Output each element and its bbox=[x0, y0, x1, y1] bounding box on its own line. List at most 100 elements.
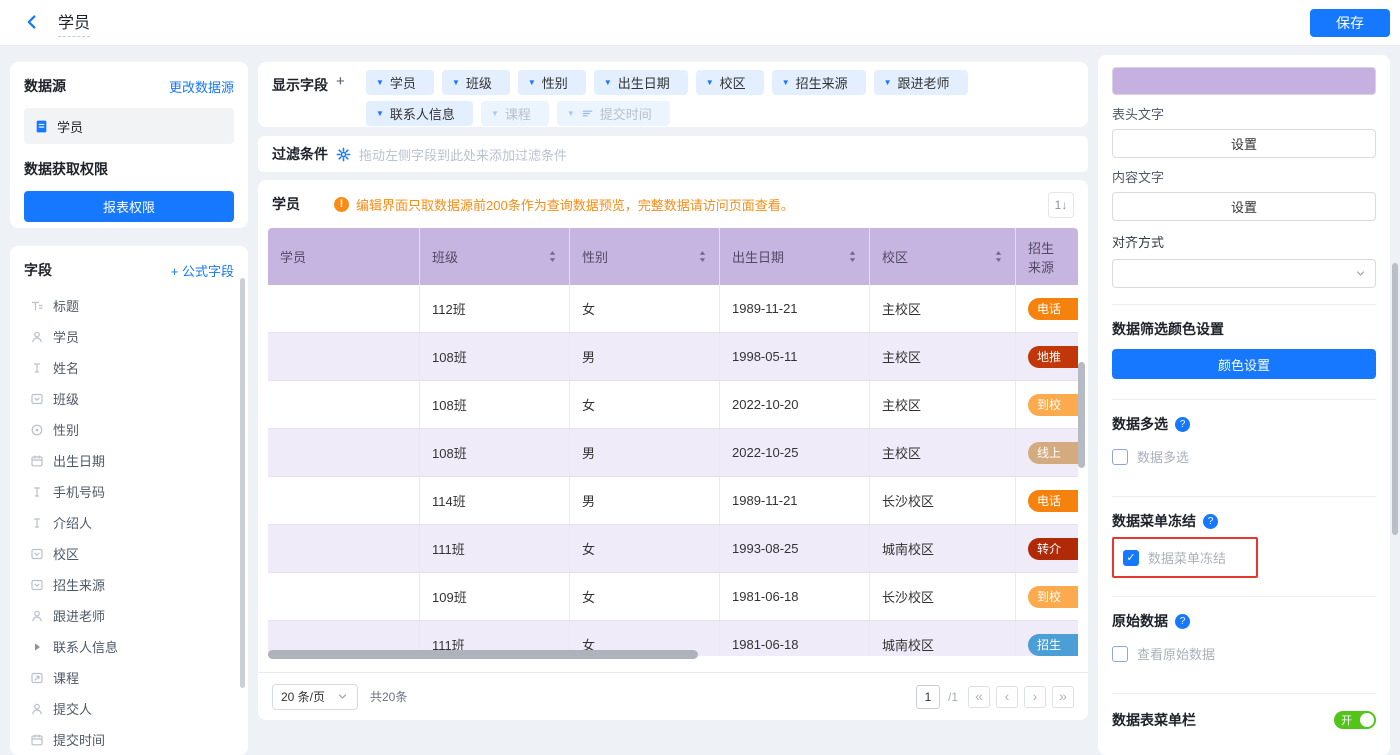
help-icon[interactable]: ? bbox=[1175, 417, 1190, 432]
field-item[interactable]: 手机号码 bbox=[24, 476, 234, 507]
field-item[interactable]: 学员 bbox=[24, 321, 234, 352]
datasource-item-label: 学员 bbox=[57, 117, 83, 136]
table-header-cell[interactable]: 出生日期 bbox=[720, 228, 870, 285]
save-button[interactable]: 保存 bbox=[1310, 9, 1390, 37]
field-label: 姓名 bbox=[53, 358, 79, 377]
fields-title: 字段 bbox=[24, 260, 52, 280]
field-item[interactable]: 跟进老师 bbox=[24, 600, 234, 631]
table-menubar-toggle[interactable]: 开 bbox=[1334, 711, 1376, 729]
display-field-chip[interactable]: ▼ 提交时间 bbox=[557, 101, 670, 126]
color-settings-button[interactable]: 颜色设置 bbox=[1112, 349, 1376, 379]
table-horizontal-scrollbar[interactable] bbox=[268, 650, 698, 659]
field-item[interactable]: 提交人 bbox=[24, 693, 234, 724]
header-color-swatch[interactable] bbox=[1112, 67, 1376, 95]
field-item[interactable]: 出生日期 bbox=[24, 445, 234, 476]
warning-message: ! 编辑界面只取数据源前200条作为查询数据预览，完整数据请访问页面查看。 bbox=[334, 195, 794, 214]
field-item[interactable]: 校区 bbox=[24, 538, 234, 569]
current-page-input[interactable]: 1 bbox=[916, 685, 940, 709]
gear-icon[interactable] bbox=[336, 147, 351, 162]
page-scrollbar[interactable] bbox=[1392, 263, 1398, 535]
field-item[interactable]: 课程 bbox=[24, 662, 234, 693]
raw-data-checkbox[interactable] bbox=[1112, 646, 1128, 662]
last-page-icon[interactable]: » bbox=[1052, 686, 1074, 708]
next-page-icon[interactable]: › bbox=[1024, 686, 1046, 708]
field-item[interactable]: 班级 bbox=[24, 383, 234, 414]
table-header-cell[interactable]: 招生来源 bbox=[1016, 228, 1078, 285]
menu-freeze-checkbox-label: 数据菜单冻结 bbox=[1148, 548, 1226, 567]
preview-table-card: 学员 ! 编辑界面只取数据源前200条作为查询数据预览，完整数据请访问页面查看。… bbox=[258, 180, 1088, 720]
menu-freeze-checkbox[interactable] bbox=[1123, 550, 1139, 566]
filter-bar: 过滤条件 拖动左侧字段到此处来添加过滤条件 bbox=[258, 136, 1088, 172]
table-header-cell[interactable]: 校区 bbox=[870, 228, 1016, 285]
source-badge: 地推 bbox=[1028, 346, 1078, 368]
field-item[interactable]: 标题 bbox=[24, 290, 234, 321]
field-item[interactable]: 招生来源 bbox=[24, 569, 234, 600]
numeric-sort-icon[interactable]: 1↓ bbox=[1048, 192, 1074, 218]
display-field-chip[interactable]: ▼ 跟进老师 bbox=[874, 70, 968, 95]
page-size-select[interactable]: 20 条/页 bbox=[272, 684, 358, 710]
align-select[interactable] bbox=[1112, 259, 1376, 288]
field-label: 招生来源 bbox=[53, 575, 105, 594]
cell-birthday: 1998-05-11 bbox=[720, 333, 870, 380]
caret-down-icon: ▼ bbox=[567, 110, 575, 118]
source-badge: 电话 bbox=[1028, 298, 1078, 320]
sort-both-icon[interactable] bbox=[698, 249, 707, 264]
table-vertical-scrollbar[interactable] bbox=[1078, 362, 1085, 468]
display-field-chip[interactable]: ▼ 课程 bbox=[481, 101, 549, 126]
display-field-chip[interactable]: ▼ 班级 bbox=[442, 70, 510, 95]
prev-page-icon[interactable]: ‹ bbox=[996, 686, 1018, 708]
table-row[interactable]: 108班 男 2022-10-25 主校区 线上 bbox=[268, 429, 1078, 477]
datasource-card: 数据源 更改数据源 学员 数据获取权限 报表权限 bbox=[10, 62, 248, 228]
table-row[interactable]: 112班 女 1989-11-21 主校区 电话 bbox=[268, 285, 1078, 333]
help-icon[interactable]: ? bbox=[1175, 614, 1190, 629]
content-text-settings-button[interactable]: 设置 bbox=[1112, 192, 1376, 221]
display-field-chip[interactable]: ▼ 校区 bbox=[696, 70, 764, 95]
cell-class: 108班 bbox=[420, 333, 570, 380]
display-field-chip[interactable]: ▼ 招生来源 bbox=[772, 70, 866, 95]
topbar: 学员 bbox=[0, 0, 1400, 46]
field-item[interactable]: 性别 bbox=[24, 414, 234, 445]
table-row[interactable]: 109班 女 1981-06-18 长沙校区 到校 bbox=[268, 573, 1078, 621]
field-label: 手机号码 bbox=[53, 482, 105, 501]
help-icon[interactable]: ? bbox=[1203, 514, 1218, 529]
sort-both-icon[interactable] bbox=[994, 249, 1003, 264]
back-icon[interactable] bbox=[24, 14, 42, 32]
cell-student bbox=[268, 381, 420, 428]
add-display-field-button[interactable]: + bbox=[336, 75, 345, 89]
sort-both-icon[interactable] bbox=[548, 249, 557, 264]
table-row[interactable]: 108班 女 2022-10-20 主校区 到校 bbox=[268, 381, 1078, 429]
table-row[interactable]: 114班 男 1989-11-21 长沙校区 电话 bbox=[268, 477, 1078, 525]
cell-gender: 女 bbox=[570, 573, 720, 620]
display-field-chip[interactable]: ▼ 联系人信息 bbox=[366, 101, 473, 126]
table-header-cell[interactable]: 性别 bbox=[570, 228, 720, 285]
cell-class: 114班 bbox=[420, 477, 570, 524]
column-label: 校区 bbox=[882, 247, 908, 266]
cell-campus: 主校区 bbox=[870, 381, 1016, 428]
display-field-chip[interactable]: ▼ 学员 bbox=[366, 70, 434, 95]
add-formula-field-link[interactable]: + 公式字段 bbox=[171, 261, 234, 280]
highlight-box: 数据菜单冻结 bbox=[1112, 537, 1258, 578]
title-icon bbox=[30, 299, 44, 313]
chip-label: 学员 bbox=[390, 73, 416, 92]
header-text-settings-button[interactable]: 设置 bbox=[1112, 129, 1376, 158]
sort-both-icon[interactable] bbox=[848, 249, 857, 264]
table-header-cell[interactable]: 学员 bbox=[268, 228, 420, 285]
field-item[interactable]: 提交时间 bbox=[24, 724, 234, 755]
change-datasource-link[interactable]: 更改数据源 bbox=[169, 77, 234, 96]
table-row[interactable]: 111班 女 1993-08-25 城南校区 转介 bbox=[268, 525, 1078, 573]
display-field-chip[interactable]: ▼ 出生日期 bbox=[594, 70, 688, 95]
multi-select-checkbox[interactable] bbox=[1112, 449, 1128, 465]
display-field-chip[interactable]: ▼ 性别 bbox=[518, 70, 586, 95]
first-page-icon[interactable]: « bbox=[968, 686, 990, 708]
table-row[interactable]: 108班 男 1998-05-11 主校区 地推 bbox=[268, 333, 1078, 381]
field-label: 班级 bbox=[53, 389, 79, 408]
datasource-item[interactable]: 学员 bbox=[24, 108, 234, 144]
table-header-cell[interactable]: 班级 bbox=[420, 228, 570, 285]
field-item[interactable]: 姓名 bbox=[24, 352, 234, 383]
report-permission-button[interactable]: 报表权限 bbox=[24, 191, 234, 222]
field-item[interactable]: 介绍人 bbox=[24, 507, 234, 538]
page-size-value: 20 条/页 bbox=[281, 688, 325, 705]
fields-scrollbar[interactable] bbox=[240, 278, 245, 688]
field-item[interactable]: 联系人信息 bbox=[24, 631, 234, 662]
cell-gender: 女 bbox=[570, 381, 720, 428]
